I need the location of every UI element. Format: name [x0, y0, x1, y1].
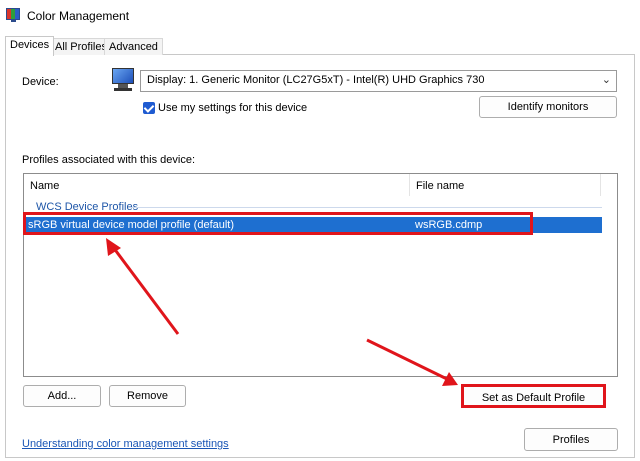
- monitor-icon: [110, 67, 136, 93]
- color-management-icon: [6, 8, 20, 22]
- title-bar: Color Management: [0, 0, 640, 30]
- column-header-file-name[interactable]: File name: [410, 174, 601, 196]
- device-label: Device:: [22, 76, 59, 88]
- profiles-list[interactable]: Name File name WCS Device Profiles sRGB …: [23, 173, 618, 377]
- column-header-name[interactable]: Name: [24, 174, 410, 196]
- set-default-profile-button[interactable]: Set as Default Profile: [461, 384, 606, 408]
- group-divider: [132, 207, 602, 208]
- tab-all-profiles[interactable]: All Profiles: [50, 38, 112, 55]
- remove-button[interactable]: Remove: [109, 385, 186, 407]
- color-management-help-link[interactable]: Understanding color management settings: [22, 438, 229, 450]
- device-select[interactable]: Display: 1. Generic Monitor (LC27G5xT) -…: [140, 70, 617, 92]
- use-my-settings-checkbox[interactable]: [143, 102, 155, 114]
- use-my-settings-label[interactable]: Use my settings for this device: [158, 102, 307, 114]
- tab-devices[interactable]: Devices: [5, 36, 55, 56]
- monitor-screen: [112, 68, 134, 84]
- identify-monitors-button[interactable]: Identify monitors: [479, 96, 617, 118]
- chevron-down-icon[interactable]: ⌄: [602, 73, 611, 86]
- device-select-value: Display: 1. Generic Monitor (LC27G5xT) -…: [147, 74, 485, 86]
- monitor-base: [114, 88, 132, 91]
- tab-advanced[interactable]: Advanced: [104, 38, 163, 55]
- window-title: Color Management: [27, 9, 130, 23]
- annotation-row-highlight: [23, 212, 533, 235]
- profiles-button[interactable]: Profiles: [524, 428, 618, 451]
- add-button[interactable]: Add...: [23, 385, 101, 407]
- profiles-label: Profiles associated with this device:: [22, 154, 196, 166]
